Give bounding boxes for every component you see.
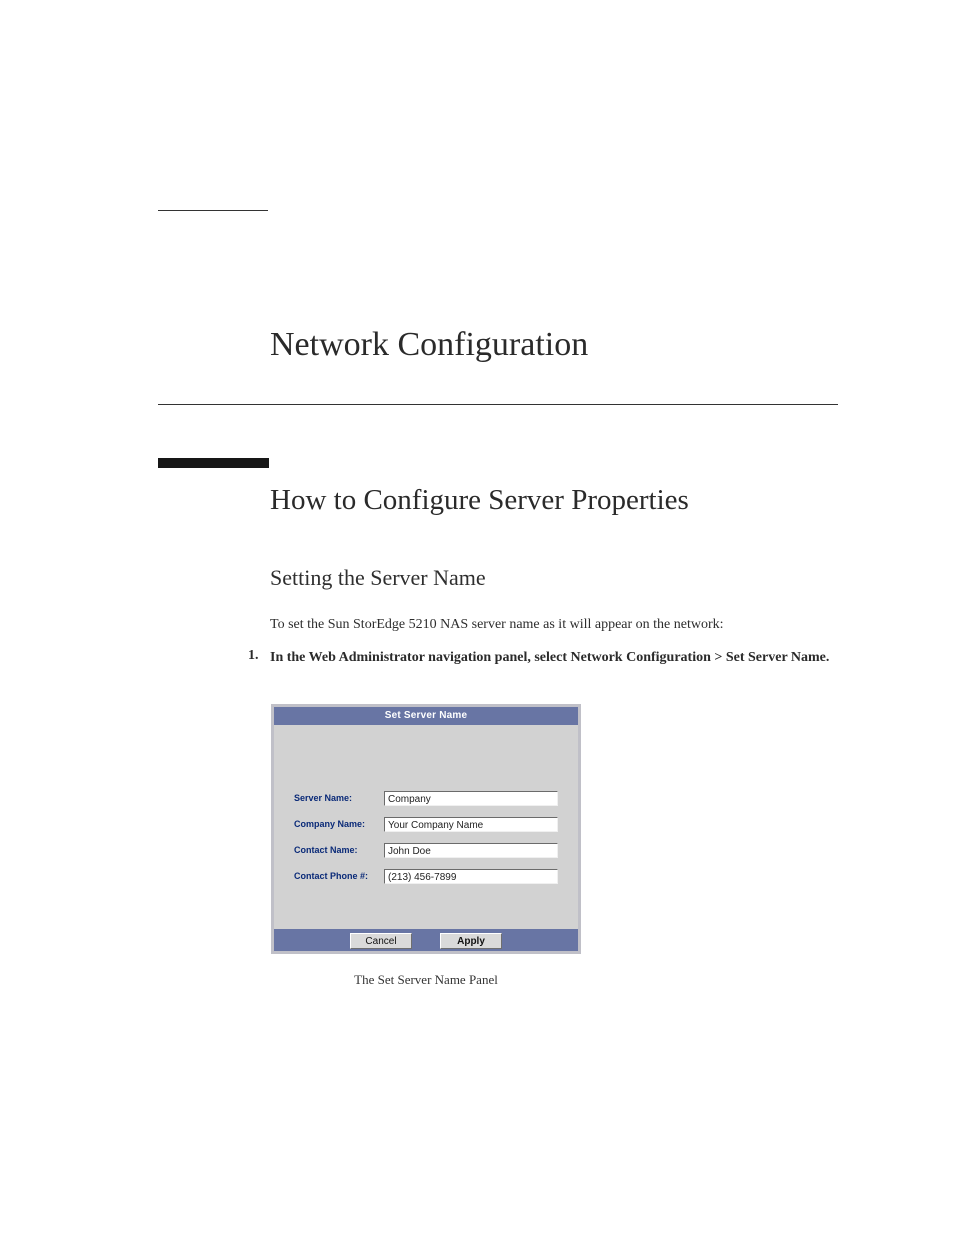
company-name-row: Company Name: Your Company Name [294,815,558,833]
section-bar [158,458,269,468]
short-rule [158,210,268,211]
contact-name-label: Contact Name: [294,845,380,855]
figure-caption: The Set Server Name Panel [271,972,581,988]
heading-how-to-configure: How to Configure Server Properties [270,484,870,517]
cancel-button[interactable]: Cancel [350,933,412,949]
step-1-number: 1. [248,648,259,664]
set-server-name-panel: Set Server Name Server Name: Company Com… [271,704,581,954]
contact-phone-row: Contact Phone #: (213) 456-7899 [294,867,558,885]
intro-paragraph: To set the Sun StorEdge 5210 NAS server … [270,616,850,634]
contact-name-input[interactable]: John Doe [384,843,558,858]
step-1-text: In the Web Administrator navigation pane… [270,648,846,668]
apply-button[interactable]: Apply [440,933,502,949]
full-horizontal-rule [158,404,838,405]
heading-setting-server-name: Setting the Server Name [270,565,870,591]
contact-name-row: Contact Name: John Doe [294,841,558,859]
company-name-label: Company Name: [294,819,380,829]
panel-body: Server Name: Company Company Name: Your … [274,725,578,929]
document-page: Network Configuration How to Configure S… [0,0,954,1235]
server-name-label: Server Name: [294,793,380,803]
panel-footer: Cancel Apply [274,929,578,951]
contact-phone-input[interactable]: (213) 456-7899 [384,869,558,884]
panel-title-bar: Set Server Name [274,707,578,725]
server-name-input[interactable]: Company [384,791,558,806]
chapter-title: Network Configuration [270,326,588,364]
server-name-row: Server Name: Company [294,789,558,807]
contact-phone-label: Contact Phone #: [294,871,380,881]
company-name-input[interactable]: Your Company Name [384,817,558,832]
